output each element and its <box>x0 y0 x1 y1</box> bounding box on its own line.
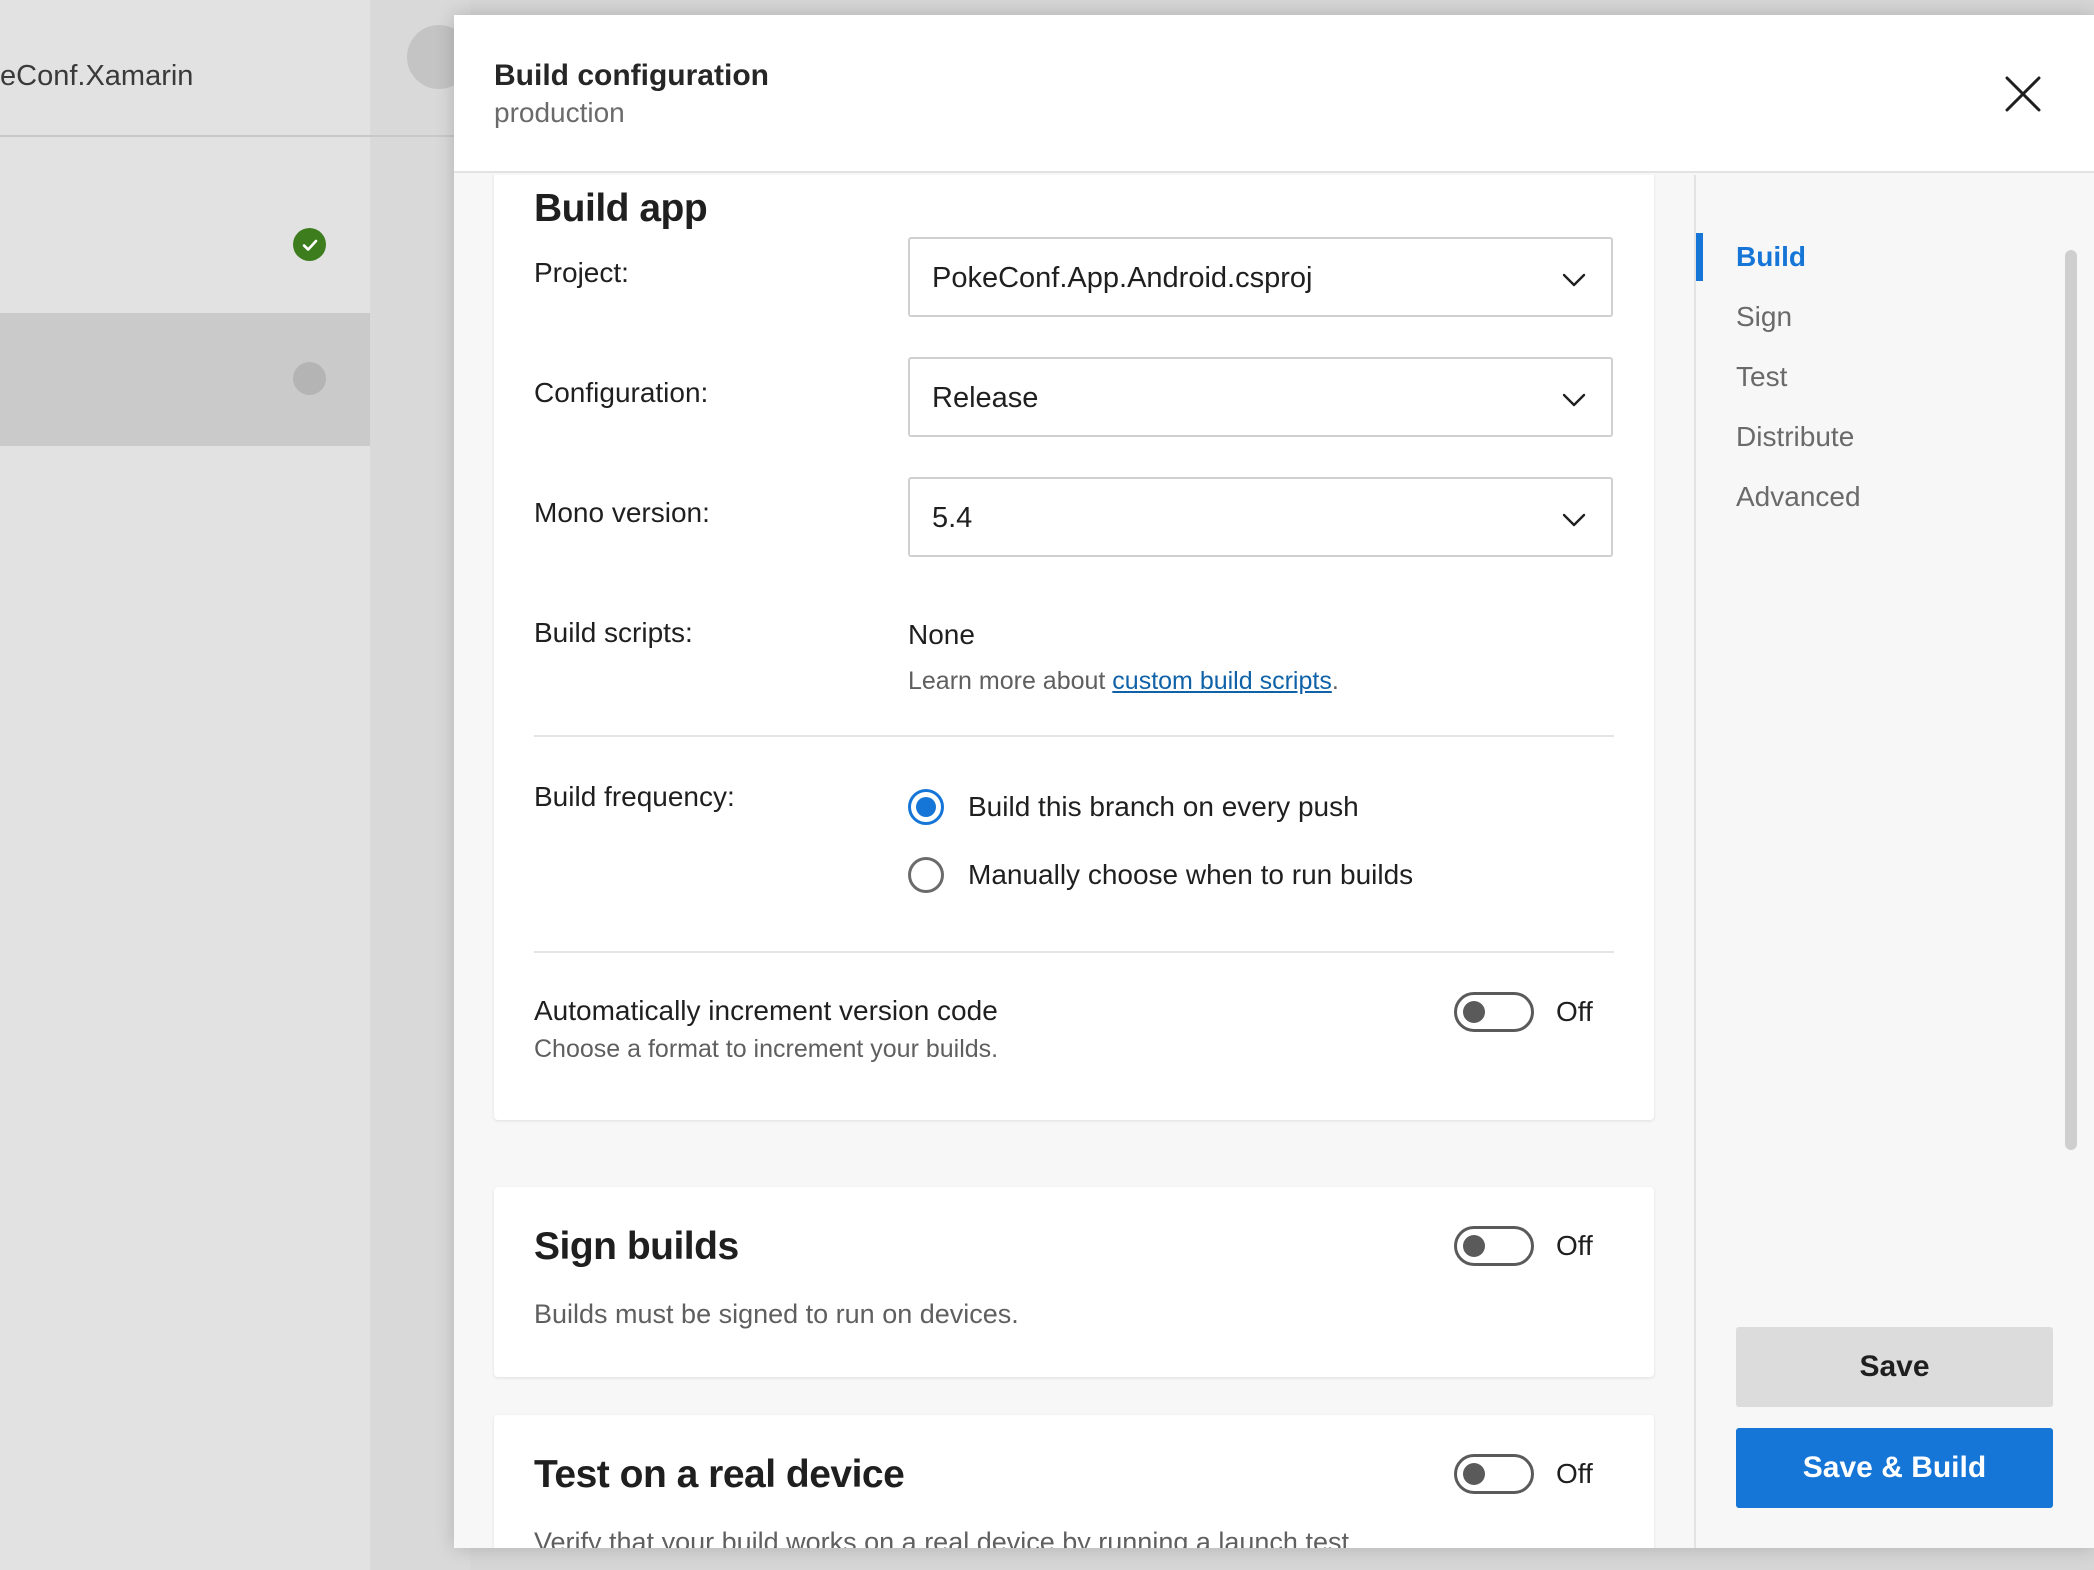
sign-builds-toggle-group: Off <box>1454 1226 1593 1266</box>
success-check-icon <box>293 228 326 261</box>
build-scripts-help: Learn more about custom build scripts. <box>908 667 1339 696</box>
configuration-label: Configuration: <box>534 377 709 408</box>
nav-item-sign[interactable]: Sign <box>1736 301 1792 333</box>
toggle-state-label: Off <box>1556 1458 1593 1489</box>
auto-increment-title: Automatically increment version code <box>534 995 998 1026</box>
chevron-down-icon <box>1562 273 1586 287</box>
test-device-card: Test on a real device Verify that your b… <box>494 1415 1654 1548</box>
auto-increment-subtitle: Choose a format to increment your builds… <box>534 1035 999 1063</box>
radio-button-checked[interactable] <box>908 789 944 825</box>
scrollbar[interactable] <box>2065 250 2077 1150</box>
chevron-down-icon <box>1562 393 1586 407</box>
modal-subtitle: production <box>494 97 625 128</box>
divider <box>534 735 1614 737</box>
nav-item-build[interactable]: Build <box>1736 241 1806 273</box>
close-icon[interactable] <box>2001 72 2045 116</box>
project-label: Project: <box>534 257 629 288</box>
toggle-state-label: Off <box>1556 996 1593 1027</box>
modal-title: Build configuration <box>494 59 769 92</box>
mono-version-label: Mono version: <box>534 497 710 528</box>
active-nav-indicator <box>1696 233 1703 281</box>
help-text-suffix: . <box>1331 667 1339 695</box>
build-frequency-label: Build frequency: <box>534 781 735 812</box>
test-device-toggle[interactable] <box>1454 1454 1534 1494</box>
build-app-card: Build app Project: PokeConf.App.Android.… <box>494 175 1654 1120</box>
mono-version-select[interactable]: 5.4 <box>908 477 1613 557</box>
divider <box>534 951 1614 953</box>
custom-build-scripts-link[interactable]: custom build scripts <box>1112 667 1332 695</box>
auto-increment-toggle[interactable] <box>1454 992 1534 1032</box>
save-button[interactable]: Save <box>1736 1327 2053 1407</box>
project-select[interactable]: PokeConf.App.Android.csproj <box>908 237 1613 317</box>
app-name: eConf.Xamarin <box>0 60 194 92</box>
sign-builds-subtitle: Builds must be signed to run on devices. <box>534 1299 1019 1329</box>
nav-item-distribute[interactable]: Distribute <box>1736 421 1854 453</box>
build-scripts-value: None <box>908 619 975 650</box>
build-configuration-modal: Build configuration production Build app… <box>454 15 2094 1548</box>
test-device-subtitle: Verify that your build works on a real d… <box>534 1527 1357 1548</box>
configuration-select[interactable]: Release <box>908 357 1613 437</box>
section-title-sign-builds: Sign builds <box>534 1225 739 1268</box>
chevron-down-icon <box>1562 513 1586 527</box>
radio-label: Manually choose when to run builds <box>968 859 1414 890</box>
save-and-build-button[interactable]: Save & Build <box>1736 1428 2053 1508</box>
radio-every-push[interactable]: Build this branch on every push <box>908 787 1359 827</box>
configuration-select-value: Release <box>932 382 1039 414</box>
section-nav: Build Sign Test Distribute Advanced Save… <box>1694 175 2094 1548</box>
help-text-prefix: Learn more about <box>908 667 1113 695</box>
project-select-value: PokeConf.App.Android.csproj <box>932 262 1313 294</box>
test-device-toggle-group: Off <box>1454 1454 1593 1494</box>
toggle-state-label: Off <box>1556 1230 1593 1261</box>
background-sidebar-header: eConf.Xamarin <box>0 0 370 137</box>
mono-version-select-value: 5.4 <box>932 502 973 534</box>
build-scripts-label: Build scripts: <box>534 617 693 648</box>
sign-builds-toggle[interactable] <box>1454 1226 1534 1266</box>
section-title-test-device: Test on a real device <box>534 1453 905 1496</box>
section-title-build-app: Build app <box>534 187 708 230</box>
modal-header: Build configuration production <box>454 15 2094 173</box>
radio-button[interactable] <box>908 857 944 893</box>
radio-manual[interactable]: Manually choose when to run builds <box>908 855 1413 895</box>
sign-builds-card: Sign builds Builds must be signed to run… <box>494 1187 1654 1377</box>
auto-increment-toggle-group: Off <box>1454 992 1593 1032</box>
status-dot-icon <box>293 362 326 395</box>
settings-content: Build app Project: PokeConf.App.Android.… <box>454 175 1694 1548</box>
radio-label: Build this branch on every push <box>968 791 1359 822</box>
nav-item-test[interactable]: Test <box>1736 361 1787 393</box>
nav-item-advanced[interactable]: Advanced <box>1736 481 1861 513</box>
